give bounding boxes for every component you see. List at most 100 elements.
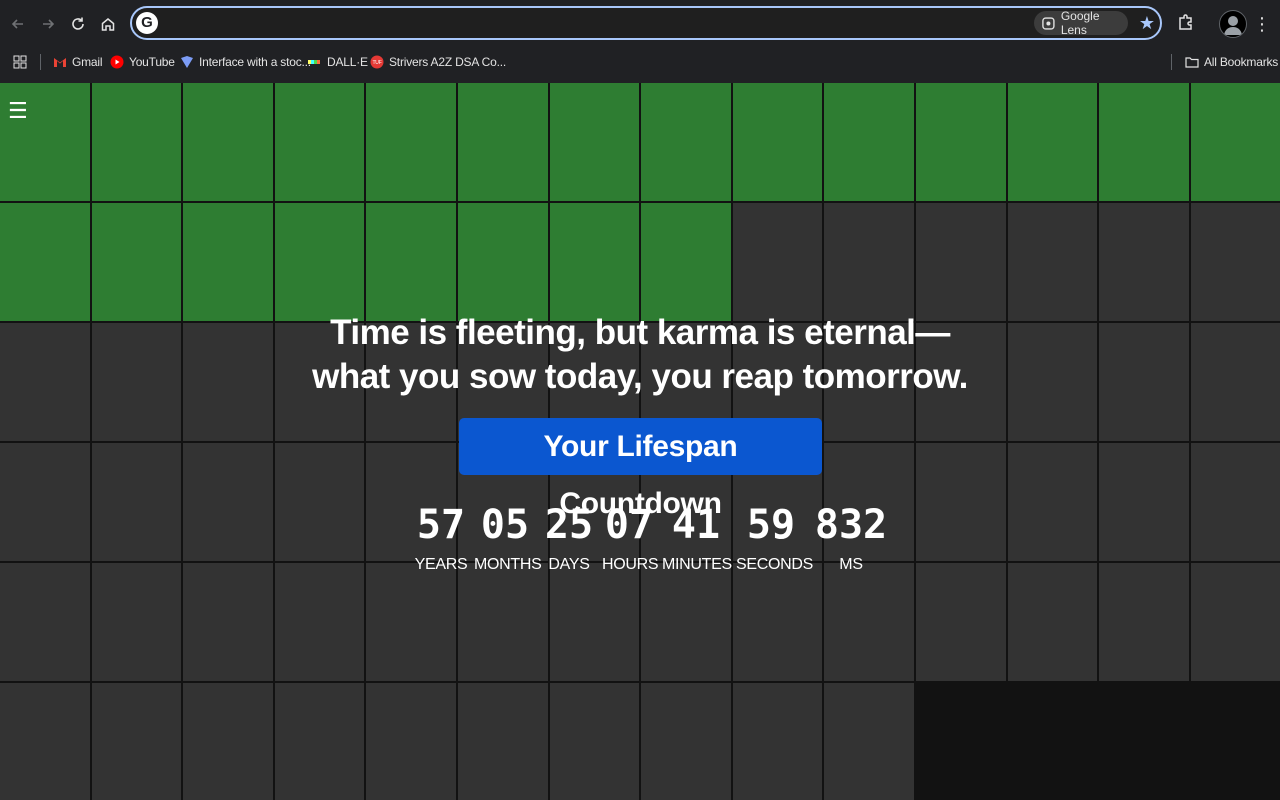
tuf-icon: TUF (370, 55, 384, 69)
remaining-cell (732, 563, 823, 681)
remaining-cell (274, 683, 365, 800)
remaining-cell (0, 443, 90, 561)
lived-cell (641, 83, 731, 201)
hamburger-menu-icon[interactable]: ☰ (8, 100, 28, 122)
all-bookmarks-button[interactable]: All Bookmarks (1185, 52, 1278, 72)
remaining-cell (824, 683, 914, 800)
bookmarks-divider (40, 54, 41, 70)
remaining-cell (1099, 323, 1189, 441)
lived-cell (0, 203, 90, 321)
countdown-label: YEARS (414, 556, 468, 573)
remaining-cell (732, 203, 823, 321)
remaining-cell (183, 443, 273, 561)
countdown-minutes: 41 MINUTES (662, 501, 732, 575)
bookmark-star-icon[interactable]: ★ (1136, 12, 1158, 34)
remaining-cell (458, 683, 548, 800)
folder-icon (1185, 57, 1199, 68)
bookmark-youtube[interactable]: YouTube (110, 52, 175, 72)
lived-cell (91, 203, 182, 321)
bookmark-label: Strivers A2Z DSA Co... (389, 55, 506, 69)
lived-cell (274, 203, 365, 321)
countdown-label: DAYS (548, 556, 590, 573)
remaining-cell (1099, 443, 1189, 561)
bookmarks-bar: Gmail YouTube Interface with a stoc... D… (0, 48, 1280, 76)
lived-cell (549, 83, 640, 201)
bookmark-interface[interactable]: Interface with a stoc... (180, 52, 311, 72)
remaining-cell (0, 323, 90, 441)
profile-avatar[interactable] (1219, 10, 1247, 38)
remaining-cell (549, 563, 640, 681)
remaining-cell (0, 563, 90, 681)
bookmark-label: Gmail (72, 55, 103, 69)
bookmark-dalle[interactable]: DALL·E (308, 52, 368, 72)
remaining-cell (1007, 323, 1098, 441)
lived-cell (549, 203, 640, 321)
bookmark-strivers[interactable]: TUF Strivers A2Z DSA Co... (370, 52, 506, 72)
youtube-icon (110, 55, 124, 69)
countdown-label: MS (839, 556, 863, 573)
remaining-cell (0, 683, 90, 800)
address-input[interactable] (166, 12, 1030, 36)
bookmark-gmail[interactable]: Gmail (53, 52, 103, 72)
remaining-cell (916, 443, 1006, 561)
countdown-years: 57 YEARS (414, 501, 468, 575)
apps-button[interactable] (13, 52, 27, 72)
countdown-label: HOURS (602, 556, 659, 573)
bookmarks-divider (1171, 54, 1172, 70)
remaining-cell (91, 683, 182, 800)
countdown-value: 07 (604, 502, 654, 548)
karma-quote: Time is fleeting, but karma is eternal— … (312, 313, 968, 396)
remaining-cell (1099, 203, 1189, 321)
svg-text:TUF: TUF (372, 60, 381, 66)
reload-button[interactable] (66, 12, 90, 36)
remaining-cell (366, 563, 456, 681)
countdown-hours: 07 HOURS (602, 501, 659, 575)
countdown-months: 05 MONTHS (474, 501, 542, 575)
remaining-cell (1190, 203, 1280, 321)
remaining-cell (183, 323, 273, 441)
lived-cell (183, 203, 273, 321)
countdown-value: 25 (544, 502, 594, 548)
lived-cell (641, 203, 731, 321)
remaining-cell (274, 443, 365, 561)
extensions-button[interactable] (1176, 12, 1200, 36)
countdown-value: 832 (814, 502, 888, 548)
lived-cell (916, 83, 1006, 201)
google-lens-label: Google Lens (1060, 9, 1100, 37)
remaining-cell (1099, 563, 1189, 681)
puzzle-icon (1179, 14, 1192, 30)
countdown-ms: 832 MS (812, 501, 890, 575)
remaining-cell (183, 683, 273, 800)
remaining-cell (1007, 563, 1098, 681)
home-icon (101, 18, 115, 31)
browser-toolbar: G Google Lens ★ ⋮ (0, 0, 1280, 48)
remaining-cell (91, 443, 182, 561)
lived-cell (732, 83, 823, 201)
apps-grid-icon (13, 55, 27, 69)
lived-cell (91, 83, 182, 201)
lived-cell (1190, 83, 1280, 201)
remaining-cell (1007, 203, 1098, 321)
forward-button[interactable] (36, 12, 60, 36)
countdown-value: 41 (671, 502, 721, 548)
more-menu-icon[interactable]: ⋮ (1252, 12, 1272, 36)
address-bar[interactable]: G Google Lens ★ (130, 6, 1162, 40)
arrow-left-icon (11, 19, 23, 29)
browser-chrome: G Google Lens ★ ⋮ Gmail YouTube Interfac… (0, 0, 1280, 83)
home-button[interactable] (96, 12, 120, 36)
remaining-cell (366, 683, 456, 800)
back-button[interactable] (6, 12, 30, 36)
remaining-cell (824, 203, 914, 321)
remaining-cell (1007, 443, 1098, 561)
dalle-icon (308, 60, 320, 64)
google-lens-button[interactable]: Google Lens (1034, 9, 1128, 37)
countdown-label: MINUTES (662, 556, 732, 573)
lived-cell (366, 83, 456, 201)
lifespan-countdown-button[interactable]: Your Lifespan Countdown (459, 418, 822, 520)
lived-cell (824, 83, 914, 201)
remaining-cell (91, 563, 182, 681)
remaining-cell (274, 563, 365, 681)
interface-icon (181, 56, 193, 68)
remaining-cell (1190, 563, 1280, 681)
bookmark-label: YouTube (129, 55, 175, 69)
